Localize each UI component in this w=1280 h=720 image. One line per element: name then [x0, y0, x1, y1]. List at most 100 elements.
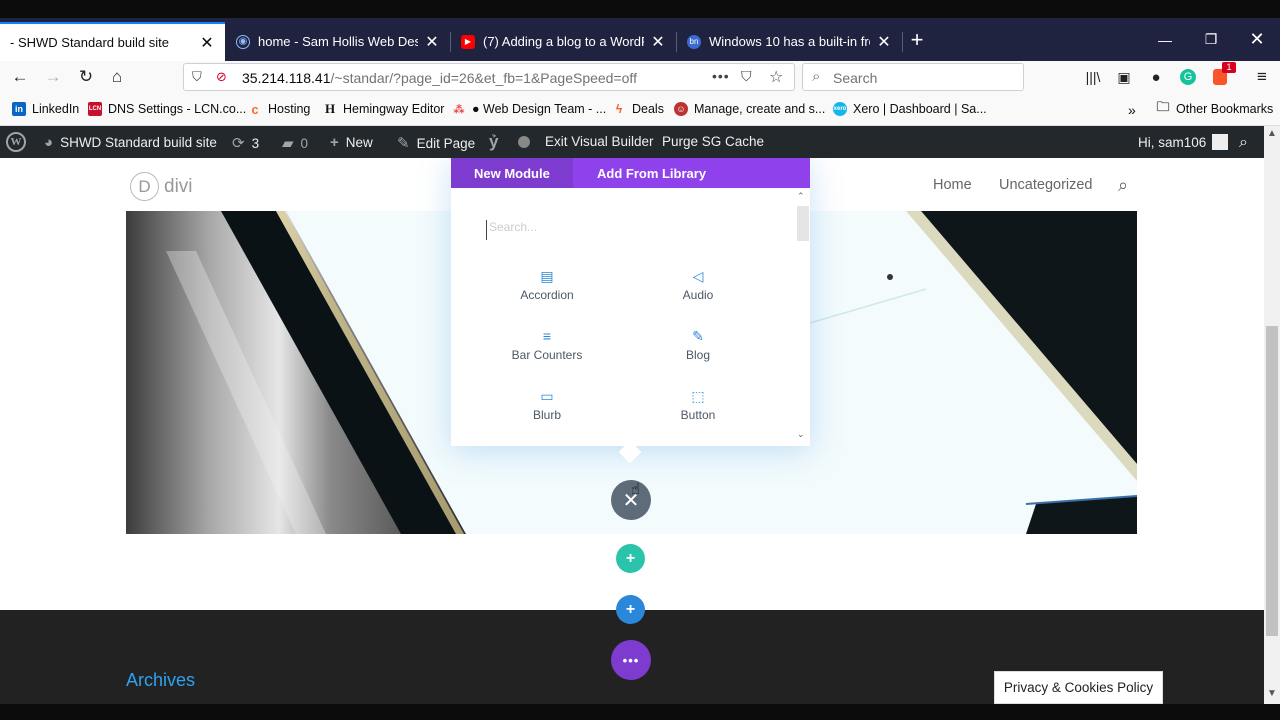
close-tab-icon[interactable]: ✕: [876, 32, 892, 52]
grammarly-icon[interactable]: G: [1174, 65, 1202, 89]
header-search-icon[interactable]: ⌕: [1118, 175, 1128, 196]
new-tab-button[interactable]: +: [904, 26, 930, 56]
module-search-input[interactable]: Search...: [486, 220, 776, 240]
plus-icon: +: [625, 600, 636, 618]
bookmark-label: ● Web Design Team - ...: [472, 102, 607, 116]
picker-scroll-down-icon[interactable]: ⌄: [797, 429, 805, 440]
module-bar-counters[interactable]: ≡ Bar Counters: [472, 328, 622, 362]
module-blog[interactable]: ✎ Blog: [623, 328, 773, 362]
bookmarks-toolbar: in LinkedIn LCN DNS Settings - LCN.co... c…: [0, 93, 1280, 126]
globe-icon: ◉: [236, 34, 250, 49]
bookmark-hemingway[interactable]: H Hemingway Editor: [323, 101, 445, 116]
back-icon[interactable]: ←: [6, 65, 34, 89]
bookmark-star-icon[interactable]: ☆: [769, 67, 783, 87]
module-audio[interactable]: ◁ Audio: [623, 268, 773, 302]
picker-scroll-up-icon[interactable]: ⌃: [797, 191, 805, 202]
greeting-label: Hi, sam106: [1138, 134, 1207, 150]
tab-windows10[interactable]: bn Windows 10 has a built-in free ✕: [677, 22, 902, 61]
search-input[interactable]: ⌕ Search: [802, 63, 1024, 91]
youtube-icon: ▶: [461, 34, 475, 49]
page-settings-button[interactable]: •••: [611, 640, 651, 680]
team-icon: ⁂: [453, 103, 465, 116]
forward-icon[interactable]: →: [39, 65, 67, 89]
scrollbar-thumb[interactable]: [1266, 326, 1278, 636]
divi-logo-icon: D: [130, 172, 159, 201]
tab-strip: - SHWD Standard build site ✕ ◉ home - Sa…: [0, 18, 1280, 61]
bookmark-label: DNS Settings - LCN.co...: [108, 102, 247, 116]
page-actions-icon[interactable]: •••: [712, 68, 730, 84]
cpanel-icon: c: [251, 101, 259, 117]
add-section-button[interactable]: +: [616, 595, 645, 624]
search-icon: ⌕: [812, 68, 821, 85]
seo-status-dot-icon[interactable]: [518, 136, 530, 148]
add-row-button[interactable]: +: [616, 544, 645, 573]
close-tab-icon[interactable]: ✕: [424, 32, 440, 52]
logo-text: divi: [164, 175, 193, 197]
scroll-down-arrow-icon[interactable]: ▼: [1267, 688, 1277, 699]
minimize-window-icon[interactable]: —: [1142, 18, 1188, 61]
bookmark-manage-create[interactable]: ☺ Manage, create and s...: [674, 102, 825, 116]
nav-home[interactable]: Home: [933, 177, 972, 193]
hemingway-icon: H: [324, 101, 336, 116]
wordpress-logo-icon[interactable]: W: [6, 132, 26, 152]
bookmark-deals[interactable]: ϟ Deals: [612, 102, 664, 116]
site-name-link[interactable]: ◕ SHWD Standard build site: [44, 134, 217, 151]
restore-window-icon[interactable]: ❐: [1188, 18, 1234, 61]
picker-scrollbar-thumb[interactable]: [797, 206, 809, 241]
module-label: Blurb: [532, 408, 561, 422]
scroll-up-arrow-icon[interactable]: ▲: [1267, 128, 1277, 139]
new-label: New: [345, 135, 373, 150]
new-content-link[interactable]: + New: [330, 134, 373, 151]
sidebar-icon[interactable]: ▣: [1110, 65, 1138, 89]
account-menu[interactable]: Hi, sam106: [1138, 134, 1229, 150]
bookmark-dns-settings[interactable]: LCN DNS Settings - LCN.co...: [88, 102, 246, 116]
library-icon[interactable]: |||\: [1079, 65, 1107, 89]
bookmark-label: Deals: [632, 102, 664, 116]
url-text[interactable]: 35.214.118.41/~standar/?page_id=26&et_fb…: [242, 70, 637, 86]
purge-cache-link[interactable]: Purge SG Cache: [662, 134, 764, 149]
tab-shwd-build-site[interactable]: - SHWD Standard build site ✕: [0, 22, 225, 61]
bookmark-web-design-team[interactable]: ⁂ ● Web Design Team - ...: [452, 102, 606, 116]
close-tab-icon[interactable]: ✕: [199, 33, 215, 53]
pocket-icon[interactable]: ⛉: [741, 68, 752, 85]
search-placeholder: Search: [833, 70, 878, 86]
shield-icon[interactable]: ⛉: [192, 69, 202, 85]
more-bookmarks-chevron-icon[interactable]: »: [1128, 102, 1136, 118]
comments-count: 0: [300, 135, 309, 151]
address-bar[interactable]: ⛉ ⊘ 35.214.118.41/~standar/?page_id=26&e…: [183, 63, 795, 91]
tab-new-module[interactable]: New Module: [451, 158, 573, 188]
close-window-icon[interactable]: ✕: [1234, 18, 1280, 61]
updates-link[interactable]: ⟳ 3: [232, 134, 259, 152]
close-tab-icon[interactable]: ✕: [650, 32, 666, 52]
menu-icon[interactable]: ≡: [1248, 65, 1276, 89]
site-logo[interactable]: D divi: [130, 172, 193, 201]
nav-uncategorized[interactable]: Uncategorized: [999, 177, 1093, 193]
navigation-toolbar: ← → ↻ ⌂ ⛉ ⊘ 35.214.118.41/~standar/?page…: [0, 61, 1280, 93]
dashboard-icon: ◕: [44, 134, 54, 151]
account-icon[interactable]: ●: [1142, 65, 1170, 89]
exit-visual-builder-link[interactable]: Exit Visual Builder: [545, 134, 654, 149]
tab-add-from-library[interactable]: Add From Library: [574, 158, 729, 188]
module-accordion[interactable]: ▤ Accordion: [472, 268, 622, 302]
bookmark-hosting[interactable]: c Hosting: [248, 101, 310, 117]
url-path: /~standar/?page_id=26&et_fb=1&PageSpeed=…: [330, 70, 637, 86]
tab-youtube[interactable]: ▶ (7) Adding a blog to a WordPre ✕: [451, 22, 676, 61]
bookmark-label: Xero | Dashboard | Sa...: [853, 102, 987, 116]
bookmark-linkedin[interactable]: in LinkedIn: [12, 102, 79, 116]
tab-sam-hollis-home[interactable]: ◉ home - Sam Hollis Web Design ✕: [226, 22, 450, 61]
page-scrollbar[interactable]: ▲ ▼: [1264, 126, 1280, 704]
module-button[interactable]: ⬚ Button: [623, 388, 773, 422]
bookmark-xero[interactable]: xero Xero | Dashboard | Sa...: [833, 102, 987, 116]
yoast-icon[interactable]: ỷ: [489, 132, 498, 152]
privacy-policy-button[interactable]: Privacy & Cookies Policy: [994, 671, 1163, 704]
reload-icon[interactable]: ↻: [72, 65, 100, 89]
edit-page-link[interactable]: ✎ Edit Page: [397, 134, 475, 152]
module-blurb[interactable]: ▭ Blurb: [472, 388, 622, 422]
comments-link[interactable]: ▰ 0: [282, 134, 308, 152]
admin-search-icon[interactable]: ⌕: [1239, 134, 1248, 152]
other-bookmarks-folder[interactable]: 🗀 Other Bookmarks: [1156, 99, 1273, 116]
mouse-cursor-icon: ☝: [631, 481, 641, 498]
insecure-lock-icon[interactable]: ⊘: [216, 69, 227, 85]
pencil-icon: ✎: [397, 135, 410, 152]
home-icon[interactable]: ⌂: [103, 65, 131, 89]
